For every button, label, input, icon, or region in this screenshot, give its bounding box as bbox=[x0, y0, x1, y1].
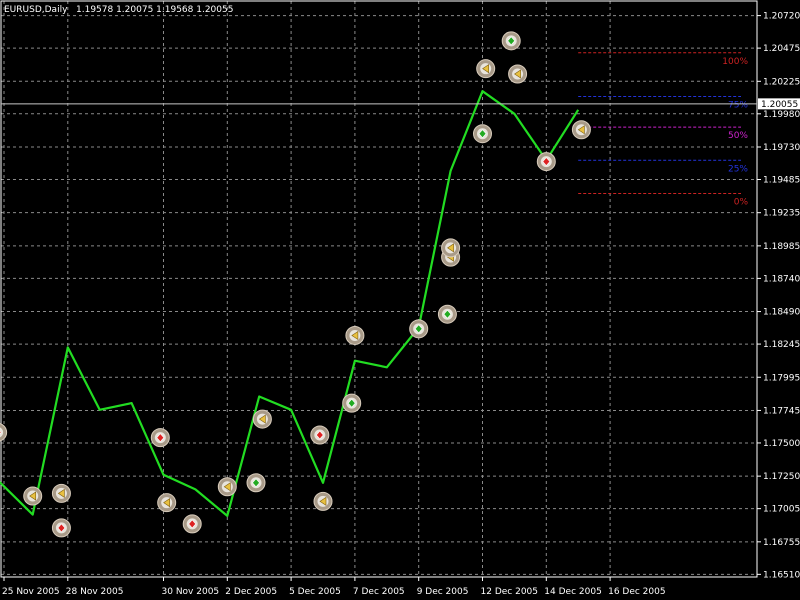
y-tick-label: 1.19980 bbox=[763, 110, 800, 120]
x-tick-label: 30 Nov 2005 bbox=[162, 587, 220, 597]
trade-marker bbox=[51, 518, 71, 538]
trade-marker bbox=[252, 409, 272, 429]
trade-marker bbox=[310, 425, 330, 445]
trade-marker bbox=[157, 493, 177, 513]
chart-title: EURUSD,Daily bbox=[4, 5, 68, 15]
trade-marker bbox=[217, 477, 237, 497]
trade-marker bbox=[571, 120, 591, 140]
y-tick-label: 1.17005 bbox=[763, 505, 800, 515]
y-tick-label: 1.20720 bbox=[763, 12, 800, 22]
x-tick-label: 12 Dec 2005 bbox=[481, 587, 539, 597]
trade-marker bbox=[345, 325, 365, 345]
trade-marker bbox=[313, 491, 333, 511]
trade-marker bbox=[150, 428, 170, 448]
chart: 100% 75% 50% 25% 0% 1.20720 1.20475 1.20225 1.1… bbox=[0, 0, 800, 600]
x-tick-label: 9 Dec 2005 bbox=[417, 587, 469, 597]
fib-level-label: 100% bbox=[722, 57, 748, 67]
x-tick-label: 7 Dec 2005 bbox=[353, 587, 405, 597]
y-tick-label: 1.17995 bbox=[763, 373, 800, 383]
x-tick-label: 25 Nov 2005 bbox=[2, 587, 60, 597]
trade-marker bbox=[508, 64, 528, 84]
trade-marker bbox=[536, 152, 556, 172]
trade-marker bbox=[501, 31, 521, 51]
x-tick-label: 5 Dec 2005 bbox=[289, 587, 341, 597]
trade-marker bbox=[409, 319, 429, 339]
y-tick-label: 1.19485 bbox=[763, 176, 800, 186]
current-price-label: 1.20055 bbox=[761, 100, 798, 110]
fib-level-label: 25% bbox=[728, 164, 748, 174]
fib-level-label: 50% bbox=[728, 131, 748, 141]
y-tick-label: 1.19730 bbox=[763, 143, 800, 153]
y-tick-label: 1.16510 bbox=[763, 570, 800, 580]
y-tick-label: 1.20475 bbox=[763, 44, 800, 54]
trade-marker bbox=[182, 514, 202, 534]
y-tick-label: 1.16755 bbox=[763, 538, 800, 548]
chart-background bbox=[0, 0, 800, 600]
y-tick-label: 1.17500 bbox=[763, 439, 800, 449]
y-tick-label: 1.18740 bbox=[763, 274, 800, 284]
trade-marker bbox=[437, 304, 457, 324]
trade-marker bbox=[476, 59, 496, 79]
x-tick-label: 28 Nov 2005 bbox=[66, 587, 124, 597]
trade-marker bbox=[441, 238, 461, 258]
y-tick-label: 1.18245 bbox=[763, 340, 800, 350]
fib-level-label: 0% bbox=[734, 197, 749, 207]
fib-level-label: 75% bbox=[728, 101, 748, 111]
ohlc-readout: 1.19578 1.20075 1.19568 1.20055 bbox=[76, 5, 233, 15]
y-tick-label: 1.17745 bbox=[763, 406, 800, 416]
y-tick-label: 1.20225 bbox=[763, 77, 800, 87]
trade-marker bbox=[342, 393, 362, 413]
y-tick-label: 1.18985 bbox=[763, 242, 800, 252]
y-tick-label: 1.19235 bbox=[763, 209, 800, 219]
y-tick-label: 1.17250 bbox=[763, 472, 800, 482]
trade-marker bbox=[51, 483, 71, 503]
x-tick-label: 2 Dec 2005 bbox=[225, 587, 277, 597]
trade-marker bbox=[23, 486, 43, 506]
x-tick-label: 14 Dec 2005 bbox=[544, 587, 602, 597]
x-tick-label: 16 Dec 2005 bbox=[608, 587, 666, 597]
trade-marker bbox=[246, 473, 266, 493]
y-tick-label: 1.18490 bbox=[763, 308, 800, 318]
trade-marker bbox=[473, 124, 492, 144]
